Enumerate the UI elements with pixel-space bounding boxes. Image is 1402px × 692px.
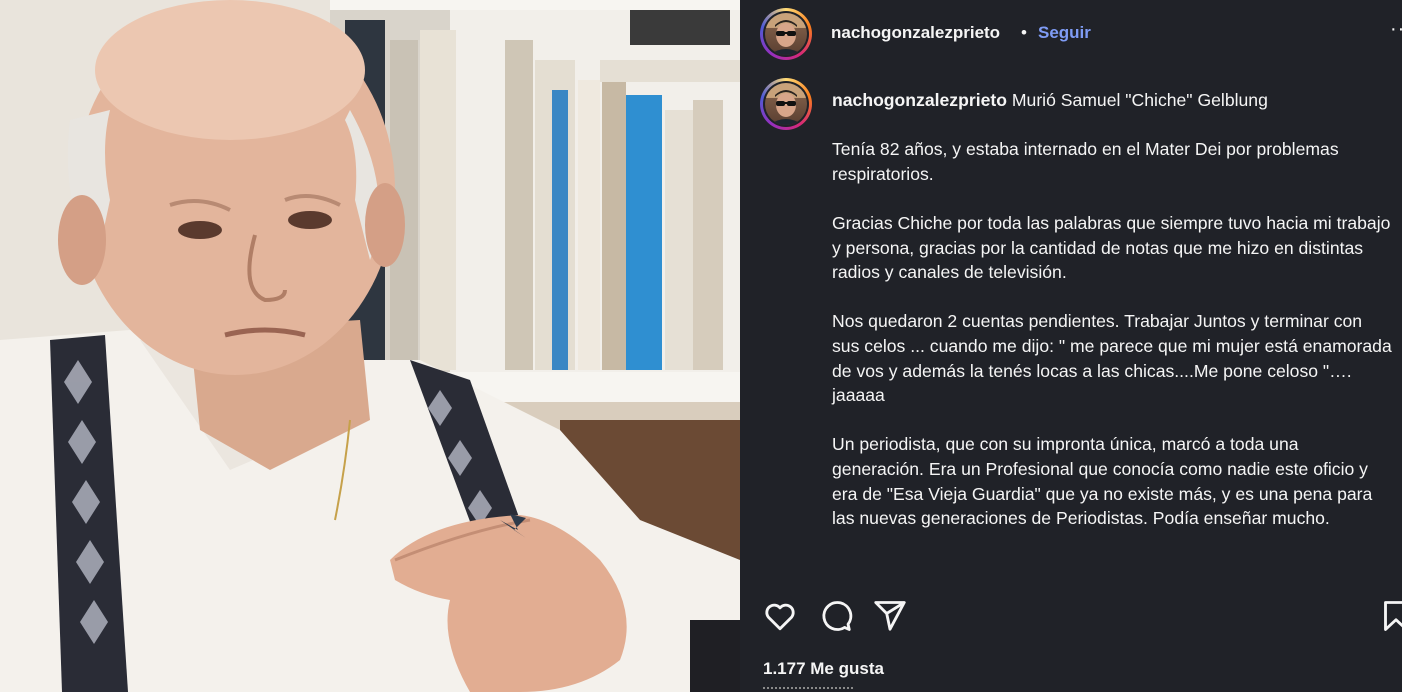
caption-username[interactable]: nachogonzalezprieto bbox=[832, 90, 1007, 110]
avatar-face-icon bbox=[769, 20, 803, 55]
author-avatar[interactable] bbox=[760, 8, 812, 60]
caption-title-line: nachogonzalezprieto Murió Samuel "Chiche… bbox=[832, 88, 1392, 113]
post-panel: nachogonzalezprieto • Seguir ··· nachogo… bbox=[740, 0, 1402, 692]
avatar-face-icon bbox=[769, 90, 803, 125]
caption-title: Murió Samuel "Chiche" Gelblung bbox=[1011, 90, 1268, 110]
caption-paragraph: Gracias Chiche por toda las palabras que… bbox=[832, 212, 1391, 283]
save-button[interactable] bbox=[1378, 598, 1402, 634]
author-username[interactable]: nachogonzalezprieto bbox=[831, 23, 1000, 43]
header-separator: • bbox=[1021, 23, 1027, 42]
bookmark-icon bbox=[1384, 601, 1402, 631]
comment-icon bbox=[822, 601, 853, 631]
comment-button[interactable] bbox=[817, 598, 853, 634]
post-photo-illustration bbox=[0, 0, 740, 692]
heart-icon bbox=[765, 603, 795, 631]
post-actions bbox=[740, 598, 1402, 638]
share-button[interactable] bbox=[872, 598, 908, 634]
caption-author-avatar[interactable] bbox=[760, 78, 812, 130]
like-button[interactable] bbox=[762, 598, 798, 634]
cut-off-text-line bbox=[763, 686, 853, 689]
caption-paragraph: Tenía 82 años, y estaba internado en el … bbox=[832, 139, 1339, 184]
post-header: nachogonzalezprieto • Seguir ··· bbox=[740, 0, 1402, 68]
caption-paragraph: Un periodista, que con su impronta única… bbox=[832, 434, 1373, 529]
likes-count[interactable]: 1.177 Me gusta bbox=[763, 659, 884, 679]
post-image[interactable] bbox=[0, 0, 740, 692]
send-icon bbox=[874, 601, 906, 631]
more-options-icon[interactable]: ··· bbox=[1390, 18, 1402, 41]
caption-paragraph: Nos quedaron 2 cuentas pendientes. Traba… bbox=[832, 311, 1392, 406]
post-caption: nachogonzalezprieto Murió Samuel "Chiche… bbox=[832, 88, 1392, 555]
follow-button[interactable]: Seguir bbox=[1038, 23, 1091, 43]
